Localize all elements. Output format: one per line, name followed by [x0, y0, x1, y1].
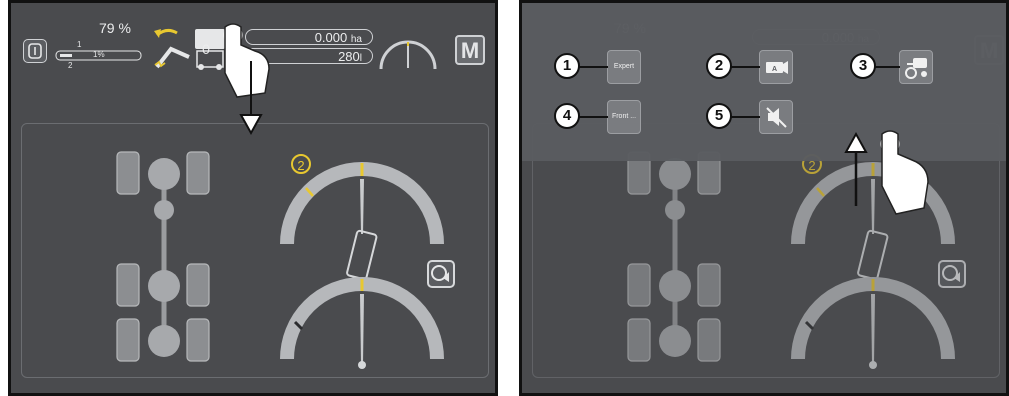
- steering-wheel-icon: [942, 265, 960, 282]
- steering-wheel-icon: [431, 265, 449, 282]
- level-scale-pct: 1%: [93, 50, 105, 59]
- swipe-up-gesture: [844, 130, 929, 215]
- steering-mode-button[interactable]: [938, 260, 966, 288]
- power-icon: [28, 43, 42, 59]
- swipe-down-gesture: [223, 23, 270, 136]
- camera-icon: A: [766, 61, 788, 74]
- fill-percent: 79 %: [99, 20, 131, 36]
- callout-3: 3: [850, 53, 876, 79]
- expert-button[interactable]: Expert: [607, 50, 641, 84]
- callout-leader-5: [730, 116, 760, 118]
- level-scale-1: 1: [77, 40, 82, 49]
- front-button[interactable]: Front ...: [607, 100, 641, 134]
- power-button[interactable]: [23, 39, 47, 63]
- left-screen: 79 % 1 1% 2 0 0.000 ha 280l M 2: [8, 0, 498, 396]
- axle-diagram: [116, 151, 210, 362]
- axle-diagram: [627, 151, 721, 362]
- mode-button[interactable]: M: [455, 35, 485, 65]
- callout-1: 1: [554, 53, 580, 79]
- gauge-badge: 2: [291, 154, 311, 174]
- tractor-steer-icon: [905, 58, 927, 79]
- callout-2: 2: [706, 53, 732, 79]
- mini-gauge-icon: [379, 40, 437, 70]
- callout-leader-2: [730, 66, 760, 68]
- rear-steering-gauge: [280, 277, 444, 369]
- mute-icon: [766, 107, 787, 128]
- svg-text:A: A: [772, 66, 777, 73]
- callout-leader-3: [874, 66, 900, 68]
- mute-button[interactable]: [759, 100, 793, 134]
- level-scale-2: 2: [68, 61, 73, 70]
- callout-5: 5: [706, 103, 732, 129]
- tractor-steer-button[interactable]: [899, 50, 933, 84]
- steering-panel: 2: [21, 123, 489, 378]
- steering-mode-button[interactable]: [427, 260, 455, 288]
- rear-steering-gauge: [791, 277, 955, 369]
- callout-leader-1: [578, 66, 608, 68]
- camera-button[interactable]: A: [759, 50, 793, 84]
- callout-leader-4: [578, 116, 608, 118]
- right-screen: 79 % 0.000 ha M 2: [519, 0, 1009, 396]
- callout-4: 4: [554, 103, 580, 129]
